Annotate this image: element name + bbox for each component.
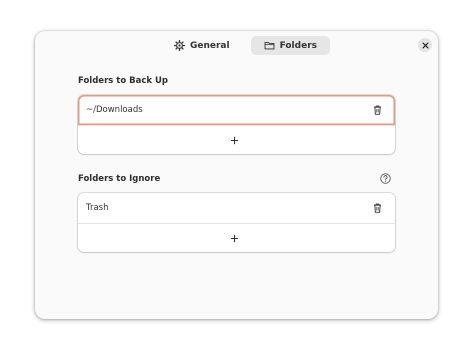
tab-folders-label: Folders xyxy=(279,40,317,51)
preferences-dialog: General Folders Folders to Back Up ~/Dow… xyxy=(35,31,438,319)
section-title-ignore: Folders to Ignore xyxy=(78,174,161,184)
plus-icon xyxy=(230,136,238,144)
folder-path: ~/Downloads xyxy=(86,105,143,115)
help-icon[interactable] xyxy=(380,173,391,184)
tab-general-label: General xyxy=(189,40,230,51)
list-item[interactable]: Trash xyxy=(78,193,395,223)
section-title-backup: Folders to Back Up xyxy=(78,76,168,86)
trash-icon[interactable] xyxy=(373,203,382,213)
tab-general[interactable]: General xyxy=(161,36,243,55)
backup-folders-list: ~/Downloads xyxy=(78,95,395,154)
close-icon xyxy=(421,41,429,49)
ignore-folders-list: Trash xyxy=(78,193,395,252)
add-ignore-folder-button[interactable] xyxy=(78,223,395,252)
add-backup-folder-button[interactable] xyxy=(78,125,395,154)
view-switcher: General Folders xyxy=(35,36,438,55)
trash-icon[interactable] xyxy=(373,105,382,115)
list-item[interactable]: ~/Downloads xyxy=(78,95,395,125)
close-button[interactable] xyxy=(418,38,432,52)
folder-path: Trash xyxy=(86,203,109,213)
plus-icon xyxy=(230,234,238,242)
tab-folders[interactable]: Folders xyxy=(250,36,330,55)
gear-icon xyxy=(173,40,185,51)
folder-icon xyxy=(264,41,275,50)
